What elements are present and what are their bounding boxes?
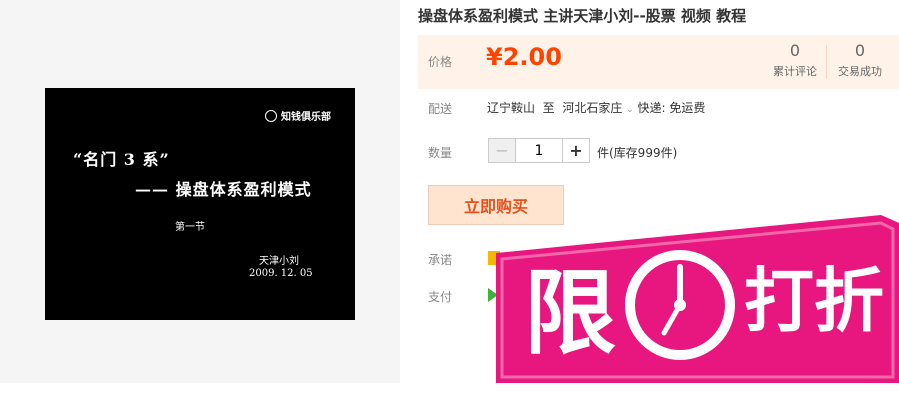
shipping-label: 配送 — [428, 102, 453, 116]
banner-text-daze: 打折 — [744, 260, 884, 342]
review-count[interactable]: 0 累计评论 — [773, 41, 827, 79]
review-count-number: 0 — [789, 41, 801, 60]
bottom-strip — [0, 383, 899, 406]
price-value: ¥2.00 — [486, 43, 562, 71]
deal-count-number: 0 — [854, 41, 866, 60]
quantity-stepper: − + — [488, 138, 590, 163]
deal-count-label: 交易成功 — [838, 65, 882, 78]
video-thumbnail[interactable]: 知钱俱乐部 “名门 3 系” —— 操盘体系盈利模式 第一节 天津小刘 2009… — [45, 88, 355, 320]
quantity-label: 数量 — [428, 146, 453, 160]
price-box: 价格 ¥2.00 0 累计评论 0 交易成功 — [418, 35, 899, 89]
deal-count[interactable]: 0 交易成功 — [838, 41, 882, 79]
thumb-date: 2009. 12. 05 — [249, 268, 313, 279]
limited-sale-banner[interactable]: 限 打折 — [496, 207, 899, 383]
chevron-down-icon: ⌄ — [626, 105, 634, 115]
promise-label: 承诺 — [428, 253, 453, 267]
gallery-panel: 知钱俱乐部 “名门 3 系” —— 操盘体系盈利模式 第一节 天津小刘 2009… — [0, 0, 400, 383]
price-label: 价格 — [428, 55, 453, 69]
ship-destination-select[interactable]: 河北石家庄 ⌄ — [562, 101, 633, 115]
quantity-input[interactable] — [516, 138, 562, 163]
clock-icon — [625, 250, 735, 360]
product-title: 操盘体系盈利模式 主讲天津小刘--股票 视频 教程 — [418, 7, 747, 25]
thumb-section: 第一节 — [175, 222, 205, 233]
quantity-decrease-button[interactable]: − — [488, 138, 516, 163]
sale-banner-graphic: 限 打折 — [496, 215, 899, 383]
logo-circle-icon — [265, 109, 277, 122]
ship-destination: 河北石家庄 — [562, 101, 623, 115]
ship-to-word: 至 — [542, 101, 555, 115]
club-logo: 知钱俱乐部 — [265, 108, 331, 123]
review-count-label: 累计评论 — [773, 65, 817, 78]
thumb-author: 天津小刘 — [259, 256, 299, 267]
shipping-info: 辽宁鞍山 至 河北石家庄 ⌄ 快递: 免运费 — [487, 99, 705, 116]
thumb-title: —— 操盘体系盈利模式 — [135, 180, 312, 199]
payment-label: 支付 — [428, 290, 453, 304]
quantity-increase-button[interactable]: + — [562, 138, 590, 163]
banner-text-xian: 限 — [524, 260, 616, 367]
ship-method: 快递: 免运费 — [637, 101, 706, 115]
stock-info: 件(库存999件) — [597, 146, 678, 160]
logo-text: 知钱俱乐部 — [281, 112, 331, 123]
ship-from: 辽宁鞍山 — [487, 101, 536, 115]
thumb-series: “名门 3 系” — [73, 150, 170, 169]
